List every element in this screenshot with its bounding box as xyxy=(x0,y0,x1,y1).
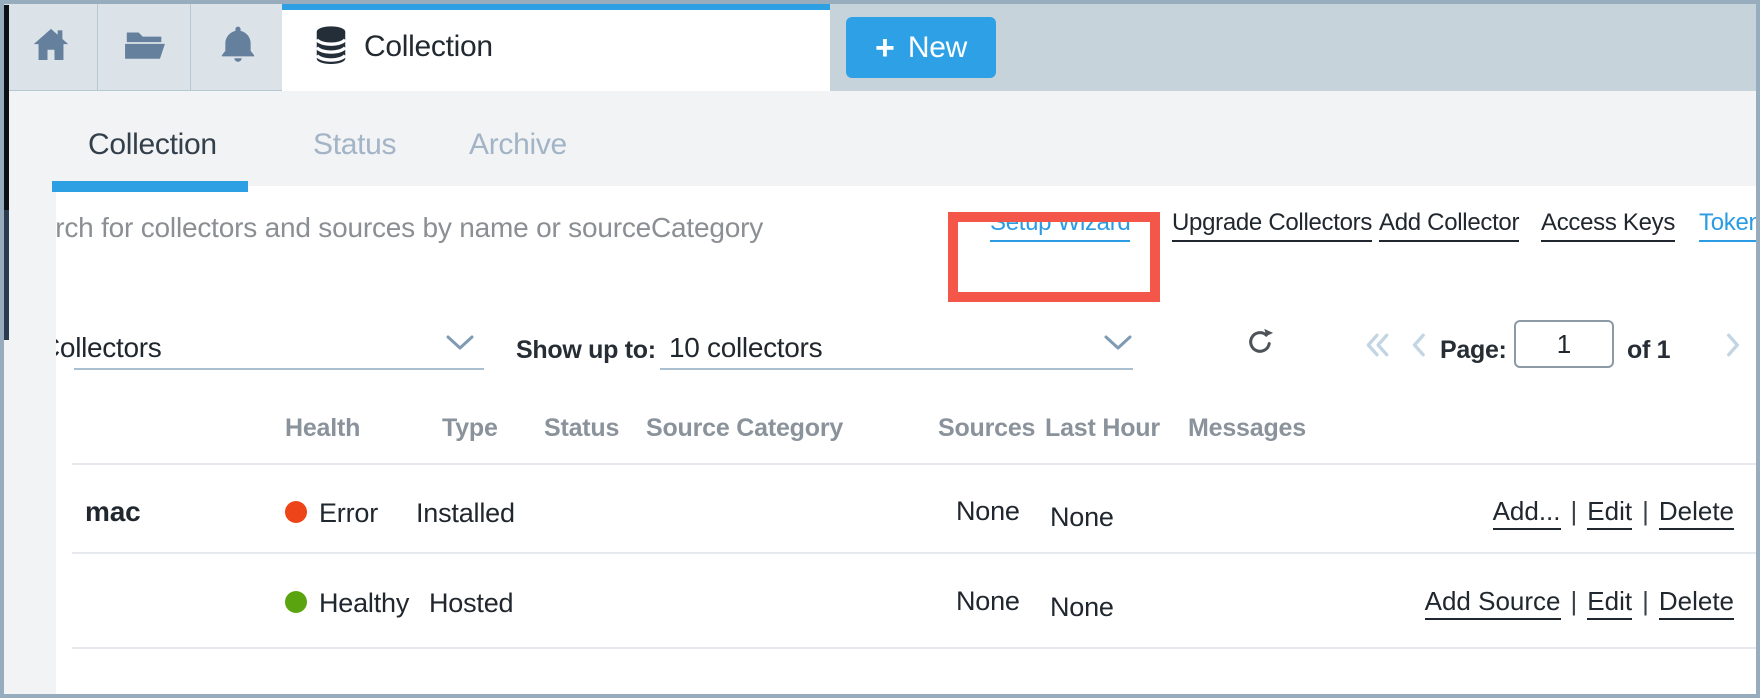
prev-page-icon[interactable] xyxy=(1408,332,1434,363)
col-header-source-category: Source Category xyxy=(646,414,843,443)
action-separator: | xyxy=(1642,496,1649,526)
collection-panel: Search for collectors and sources by nam… xyxy=(56,186,1756,694)
left-edge-dark-line xyxy=(4,5,9,210)
database-icon xyxy=(312,23,350,72)
row-divider xyxy=(72,552,1756,554)
action-separator: | xyxy=(1571,496,1578,526)
row-actions: Add Source | Edit | Delete xyxy=(1425,586,1734,617)
access-keys-link[interactable]: Access Keys xyxy=(1541,209,1675,242)
highlight-annotation-box xyxy=(948,212,1160,302)
search-input[interactable]: Search for collectors and sources by nam… xyxy=(56,212,763,244)
new-button[interactable]: + New xyxy=(846,17,996,78)
edit-link[interactable]: Edit xyxy=(1587,586,1632,620)
home-icon xyxy=(29,23,73,72)
add-link[interactable]: Add... xyxy=(1493,496,1561,530)
last-hour-value: None xyxy=(1050,592,1114,623)
health-value: Healthy xyxy=(319,588,409,619)
bell-icon xyxy=(216,23,260,72)
left-edge-dark-line xyxy=(4,210,9,340)
last-hour-value: None xyxy=(1050,502,1114,533)
tab-status[interactable]: Status xyxy=(313,128,396,162)
page-label: Page: xyxy=(1440,336,1507,365)
page-tab-bar xyxy=(4,91,1756,186)
plus-icon: + xyxy=(875,31,895,65)
new-button-label: New xyxy=(908,31,967,65)
add-source-link[interactable]: Add Source xyxy=(1425,586,1561,620)
show-up-to-label: Show up to: xyxy=(516,336,656,365)
window-tab-title: Collection xyxy=(364,30,493,64)
health-value: Error xyxy=(319,498,378,529)
collector-filter-select[interactable]: Collectors xyxy=(56,332,161,364)
next-page-icon[interactable] xyxy=(1720,332,1746,363)
page-of-label: of 1 xyxy=(1627,336,1670,365)
row-divider xyxy=(72,647,1756,649)
topbar-icon-strip xyxy=(4,3,282,91)
col-header-health: Health xyxy=(285,414,360,443)
tab-archive[interactable]: Archive xyxy=(469,128,567,162)
collection-window-tab[interactable]: Collection xyxy=(282,3,830,91)
active-tab-underline xyxy=(52,181,248,192)
collector-name[interactable]: mac xyxy=(85,496,140,528)
tokens-link[interactable]: Tokens xyxy=(1699,209,1756,242)
header-divider xyxy=(72,463,1756,465)
type-value: Hosted xyxy=(429,588,513,619)
first-page-icon[interactable] xyxy=(1364,332,1390,363)
refresh-icon[interactable] xyxy=(1244,326,1276,363)
delete-link[interactable]: Delete xyxy=(1659,586,1734,620)
chevron-down-icon[interactable] xyxy=(1103,334,1133,357)
show-up-to-select[interactable]: 10 collectors xyxy=(669,332,822,364)
col-header-type: Type xyxy=(442,414,498,443)
col-header-status: Status xyxy=(544,414,619,443)
health-error-dot xyxy=(285,501,307,523)
chevron-down-icon[interactable] xyxy=(445,334,475,357)
col-header-last-hour: Last Hour xyxy=(1045,414,1160,443)
col-header-messages: Messages xyxy=(1188,414,1306,443)
action-separator: | xyxy=(1642,586,1649,616)
edit-link[interactable]: Edit xyxy=(1587,496,1632,530)
type-value: Installed xyxy=(416,498,515,529)
show-up-to-underline xyxy=(660,368,1133,370)
collector-filter-underline xyxy=(74,368,484,370)
action-separator: | xyxy=(1571,586,1578,616)
delete-link[interactable]: Delete xyxy=(1659,496,1734,530)
folder-icon xyxy=(122,22,168,73)
app-window: Collection + New Collection Status Archi… xyxy=(0,0,1760,698)
row-actions: Add... | Edit | Delete xyxy=(1493,496,1734,527)
tab-collection[interactable]: Collection xyxy=(88,128,217,162)
alerts-button[interactable] xyxy=(190,4,284,90)
sources-value: None xyxy=(956,496,1020,527)
health-healthy-dot xyxy=(285,591,307,613)
upgrade-collectors-link[interactable]: Upgrade Collectors xyxy=(1172,209,1372,242)
page-number-input[interactable] xyxy=(1514,320,1614,368)
add-collector-link[interactable]: Add Collector xyxy=(1379,209,1519,242)
home-button[interactable] xyxy=(4,4,97,90)
col-header-sources: Sources xyxy=(938,414,1035,443)
library-button[interactable] xyxy=(97,4,191,90)
active-tab-stripe xyxy=(282,3,830,10)
sources-value: None xyxy=(956,586,1020,617)
